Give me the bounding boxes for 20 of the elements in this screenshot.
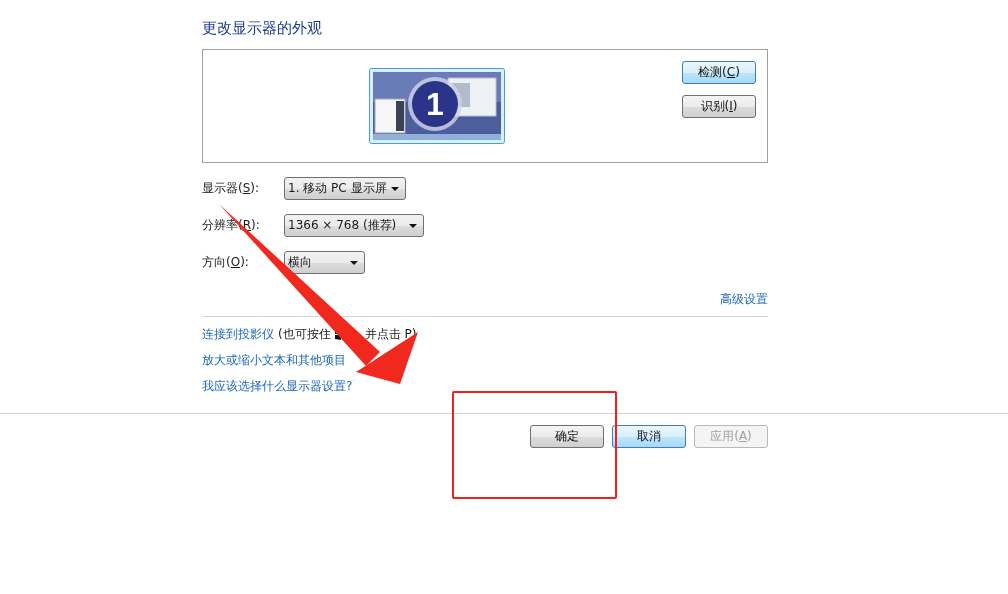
help-link[interactable]: 连接到投影仪 [202,325,274,343]
dialog-button: 应用(A) [694,425,768,448]
advanced-settings-link[interactable]: 高级设置 [720,291,768,309]
dialog-button[interactable]: 确定 [530,425,604,448]
dropdown[interactable]: 1. 移动 PC 显示屏 [284,177,406,200]
dialog-button[interactable]: 识别(I) [682,95,756,118]
help-link[interactable]: 我应该选择什么显示器设置? [202,377,353,395]
dialog-button[interactable]: 检测(C) [682,61,756,84]
dropdown[interactable]: 1366 × 768 (推荐) [284,214,424,237]
hint-text: (也可按住 [278,325,331,343]
field-label: 显示器(S): [202,180,261,197]
caret-icon [409,223,417,228]
field-label: 方向(O): [202,254,250,271]
page-title: 更改显示器的外观 [202,18,323,39]
caret-icon [391,186,399,191]
dropdown[interactable]: 横向 [284,251,365,274]
dialog-button[interactable]: 取消 [612,425,686,448]
caret-icon [350,260,358,265]
monitor-drawing[interactable]: 1 [369,68,505,144]
help-link[interactable]: 放大或缩小文本和其他项目 [202,351,346,369]
